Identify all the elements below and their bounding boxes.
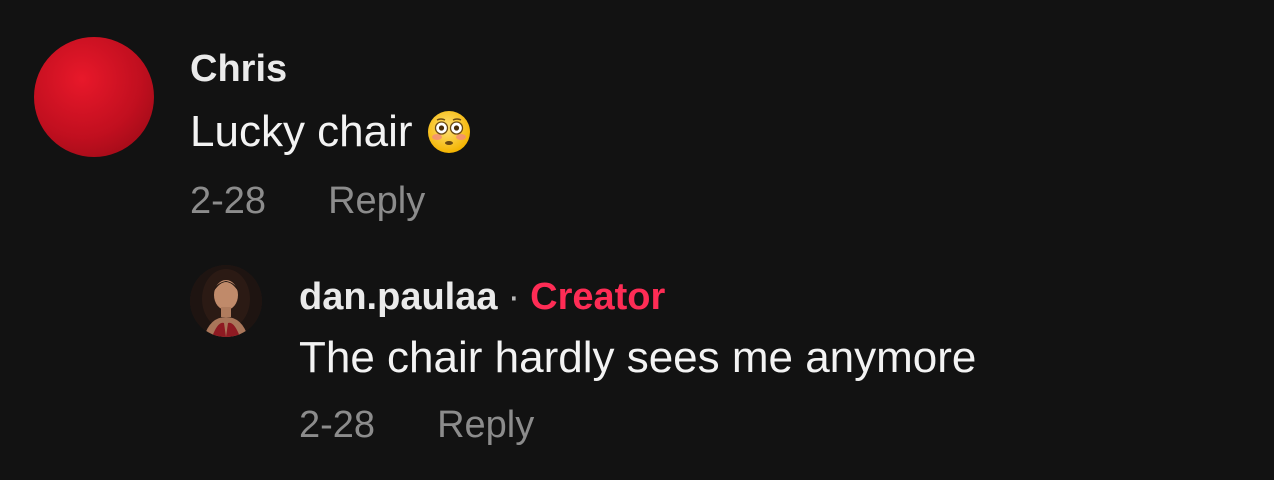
creator-badge: Creator — [530, 276, 666, 318]
comment-date: 2-28 — [190, 180, 267, 222]
flushed-face-emoji-icon — [427, 111, 470, 153]
comment-meta: 2-28 Reply — [190, 178, 1190, 224]
reply-button[interactable]: Reply — [328, 178, 425, 224]
reply-date: 2-28 — [299, 404, 376, 446]
reply-comment: dan.paulaa · Creator The chair hardly se… — [299, 274, 1249, 448]
profile-photo-icon — [190, 265, 262, 337]
reply-header: dan.paulaa · Creator — [299, 274, 1249, 320]
comment-text-label: Lucky chair — [190, 107, 413, 156]
avatar[interactable] — [34, 37, 154, 157]
avatar[interactable] — [190, 265, 262, 337]
reply-username[interactable]: dan.paulaa — [299, 274, 498, 320]
reply-meta: 2-28 Reply — [299, 402, 1249, 448]
comment-thread: Chris Lucky chair 2-28 Reply dan.paulaa … — [0, 0, 1274, 480]
comment-username[interactable]: Chris — [190, 46, 1190, 92]
reply-text: The chair hardly sees me anymore — [299, 333, 977, 382]
comment: Chris Lucky chair 2-28 Reply — [190, 46, 1190, 224]
separator-dot: · — [507, 276, 521, 318]
comment-text: Lucky chair — [190, 102, 1190, 162]
reply-button[interactable]: Reply — [437, 402, 534, 448]
